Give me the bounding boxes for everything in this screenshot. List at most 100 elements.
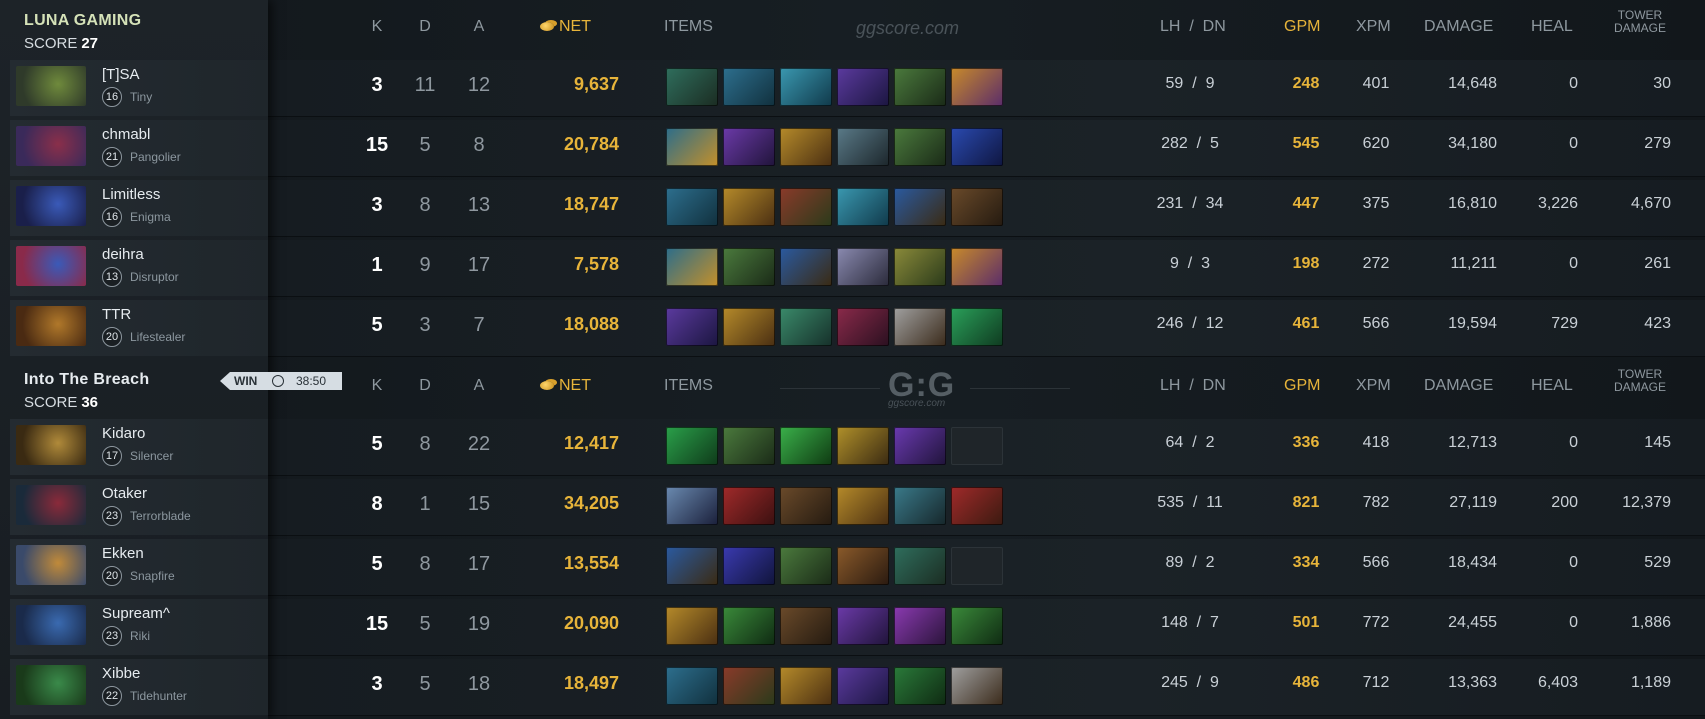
item-slot[interactable] [723,547,775,585]
item-slot[interactable] [894,547,946,585]
tower-damage-value: 261 [1644,255,1671,272]
deaths-value: 8 [419,553,431,575]
item-slot[interactable] [894,128,946,166]
item-slot[interactable] [723,248,775,286]
item-slot[interactable] [894,607,946,645]
deaths-value: 8 [419,433,431,455]
item-slot[interactable] [837,128,889,166]
item-slot[interactable] [723,607,775,645]
player-row[interactable]: Ekken 20 Snapfire [10,539,268,595]
player-row[interactable]: chmabl 21 Pangolier [10,120,268,176]
player-row[interactable]: Kidaro 17 Silencer [10,419,268,475]
item-slot[interactable] [780,188,832,226]
gpm-value: 248 [1292,75,1320,92]
denies-value: 5 [1210,135,1219,152]
item-slot[interactable] [780,427,832,465]
item-slot[interactable] [951,128,1003,166]
item-slot[interactable] [723,487,775,525]
item-slot[interactable] [666,248,718,286]
item-slot[interactable] [837,547,889,585]
item-slot[interactable] [894,667,946,705]
item-slot[interactable] [780,547,832,585]
item-slot[interactable] [780,68,832,106]
item-slot[interactable] [780,667,832,705]
player-row[interactable]: TTR 20 Lifestealer [10,300,268,356]
item-slot[interactable] [780,128,832,166]
item-slot[interactable] [837,607,889,645]
item-slot[interactable] [951,487,1003,525]
damage-value: 34,180 [1448,135,1497,152]
item-slot[interactable] [837,188,889,226]
player-row[interactable]: Limitless 16 Enigma [10,180,268,236]
item-slot[interactable] [951,308,1003,346]
item-slot[interactable] [951,547,1003,585]
item-slot[interactable] [780,607,832,645]
item-slot[interactable] [837,308,889,346]
tower-damage-value: 529 [1644,554,1671,571]
item-slot[interactable] [723,128,775,166]
damage-value: 19,594 [1448,315,1497,332]
item-slot[interactable] [666,128,718,166]
tower-damage-value: 30 [1653,75,1671,92]
item-slot[interactable] [951,68,1003,106]
kills-value: 1 [371,254,383,276]
item-slot[interactable] [723,667,775,705]
item-slot[interactable] [666,308,718,346]
item-slot[interactable] [894,188,946,226]
item-slot[interactable] [894,487,946,525]
item-slot[interactable] [666,188,718,226]
item-slot[interactable] [780,248,832,286]
denies-value: 34 [1205,195,1224,212]
item-slot[interactable] [723,68,775,106]
item-slot[interactable] [666,607,718,645]
hero-portrait [16,665,86,705]
item-slot[interactable] [894,308,946,346]
net-worth-value: 20,784 [563,134,619,154]
item-slot[interactable] [894,248,946,286]
gpm-value: 198 [1292,255,1320,272]
hero-level-badge: 21 [102,147,122,167]
item-slot[interactable] [951,248,1003,286]
assists-value: 7 [473,314,485,336]
clock-icon [272,375,284,387]
hero-portrait [16,545,86,585]
item-slot[interactable] [951,188,1003,226]
item-slot[interactable] [666,667,718,705]
item-slot[interactable] [837,487,889,525]
item-slot[interactable] [723,427,775,465]
item-slot[interactable] [894,427,946,465]
player-row[interactable]: [T]SA 16 Tiny [10,60,268,116]
item-slot[interactable] [666,427,718,465]
tower-damage-value: 423 [1644,315,1671,332]
item-slot[interactable] [666,487,718,525]
player-row[interactable]: Supream^ 23 Riki [10,599,268,655]
item-slot[interactable] [837,68,889,106]
item-slot[interactable] [951,427,1003,465]
item-slot[interactable] [951,607,1003,645]
player-row[interactable]: Otaker 23 Terrorblade [10,479,268,535]
damage-value: 18,434 [1448,554,1497,571]
item-slot[interactable] [780,308,832,346]
item-slot[interactable] [723,308,775,346]
denies-value: 2 [1205,554,1215,571]
hero-portrait [16,605,86,645]
item-slot[interactable] [666,547,718,585]
item-slot[interactable] [780,487,832,525]
hero-level-badge: 20 [102,566,122,586]
tower-damage-value: 4,670 [1630,195,1671,212]
item-slot[interactable] [723,188,775,226]
lh-dn-separator: / [1183,75,1206,92]
item-slot[interactable] [894,68,946,106]
player-row[interactable]: Xibbe 22 Tidehunter [10,659,268,715]
heal-value: 0 [1569,614,1578,631]
heal-value: 0 [1569,255,1578,272]
deaths-value: 5 [419,613,431,635]
column-header-heal: HEAL [1531,18,1573,35]
item-slot[interactable] [666,68,718,106]
player-row[interactable]: deihra 13 Disruptor [10,240,268,296]
item-slot[interactable] [837,427,889,465]
item-slot[interactable] [837,667,889,705]
lh-dn-separator: / [1183,554,1206,571]
item-slot[interactable] [837,248,889,286]
item-slot[interactable] [951,667,1003,705]
